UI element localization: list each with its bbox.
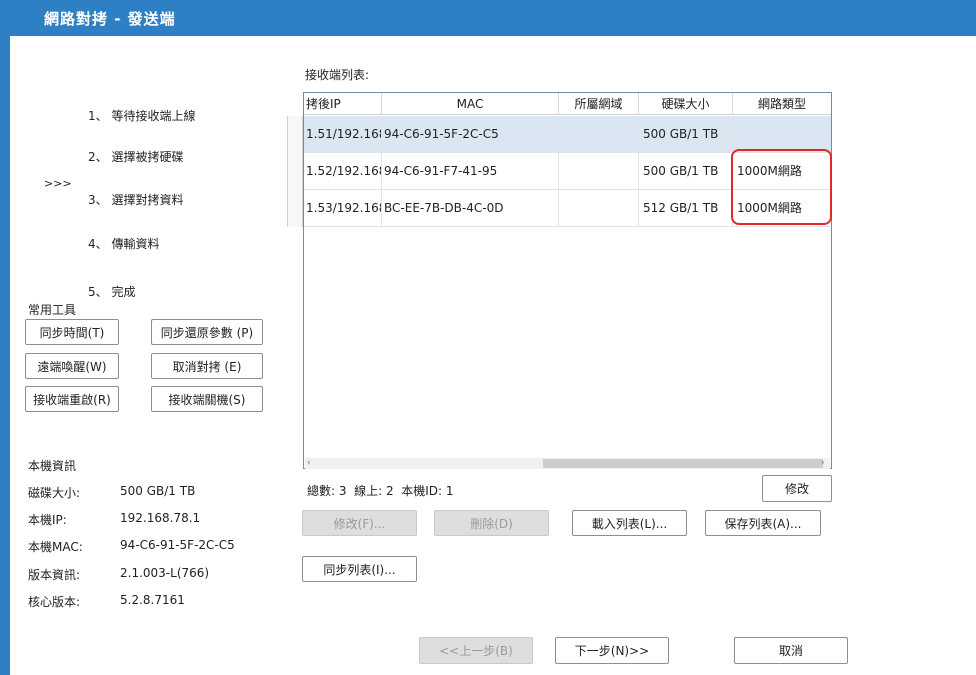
- receiver-shutdown-button[interactable]: 接收端關機(S): [151, 386, 263, 412]
- scrollbar-thumb[interactable]: [543, 459, 823, 468]
- sync-time-button[interactable]: 同步時間(T): [25, 319, 119, 345]
- local-mac-label: 本機MAC:: [28, 540, 83, 554]
- version-value: 2.1.003-L(766): [120, 566, 210, 580]
- previous-step-button[interactable]: <<上一步(B): [419, 637, 533, 664]
- row-handle[interactable]: [287, 190, 303, 227]
- disk-size-cell: 512 GB/1 TB: [639, 190, 733, 227]
- step-select-disk: 2、 選擇被拷硬碟: [88, 150, 184, 164]
- window-title: 網路對拷 - 發送端: [44, 10, 176, 28]
- column-header-disk-size[interactable]: 硬碟大小: [639, 93, 733, 115]
- row-handle[interactable]: [287, 153, 303, 190]
- step-transfer-data: 4、 傳輸資料: [88, 237, 160, 251]
- current-step-marker: >>>: [44, 177, 72, 190]
- row-handle[interactable]: [287, 116, 303, 153]
- save-list-button[interactable]: 保存列表(A)...: [705, 510, 821, 536]
- version-label: 版本資訊:: [28, 568, 81, 582]
- domain-cell: [559, 153, 639, 190]
- scroll-right-icon[interactable]: ›: [821, 458, 825, 468]
- receiver-list-title: 接收端列表:: [305, 68, 370, 82]
- column-header-mac[interactable]: MAC: [382, 93, 559, 115]
- step-select-data: 3、 選擇對拷資料: [88, 193, 184, 207]
- window-left-border: [0, 36, 10, 675]
- next-step-button[interactable]: 下一步(N)>>: [555, 637, 669, 664]
- domain-cell: [559, 190, 639, 227]
- network-type-cell: [733, 116, 831, 153]
- disk-size-value: 500 GB/1 TB: [120, 484, 196, 498]
- local-mac-value: 94-C6-91-5F-2C-C5: [120, 538, 235, 552]
- table-row[interactable]: 1.51/192.168 94-C6-91-5F-2C-C5 500 GB/1 …: [304, 116, 831, 153]
- local-ip-label: 本機IP:: [28, 513, 67, 527]
- mac-cell: BC-EE-7B-DB-4C-0D: [382, 190, 559, 227]
- column-header-domain[interactable]: 所屬網域: [559, 93, 639, 115]
- remote-wake-button[interactable]: 遠端喚醒(W): [25, 353, 119, 379]
- disk-size-label: 磁碟大小:: [28, 486, 81, 500]
- step-wait-receiver: 1、 等待接收端上線: [88, 109, 196, 123]
- column-header-ip[interactable]: 拷後IP: [304, 93, 382, 115]
- list-summary: 總數: 3 線上: 2 本機ID: 1: [307, 484, 454, 498]
- disk-size-cell: 500 GB/1 TB: [639, 116, 733, 153]
- column-header-network-type[interactable]: 網路類型: [733, 93, 831, 115]
- ip-cell: 1.51/192.168: [304, 116, 382, 153]
- load-list-button[interactable]: 載入列表(L)...: [572, 510, 687, 536]
- mac-cell: 94-C6-91-5F-2C-C5: [382, 116, 559, 153]
- mac-cell: 94-C6-91-F7-41-95: [382, 153, 559, 190]
- cancel-button[interactable]: 取消: [734, 637, 848, 664]
- receiver-restart-button[interactable]: 接收端重啟(R): [25, 386, 119, 412]
- step-complete: 5、 完成: [88, 285, 136, 299]
- ip-cell: 1.53/192.168: [304, 190, 382, 227]
- core-version-label: 核心版本:: [28, 595, 81, 609]
- scroll-left-icon[interactable]: ‹: [307, 458, 311, 468]
- tools-title: 常用工具: [28, 303, 77, 317]
- sync-restore-params-button[interactable]: 同步還原參數 (P): [151, 319, 263, 345]
- core-version-value: 5.2.8.7161: [120, 593, 185, 607]
- domain-cell: [559, 116, 639, 153]
- cancel-copy-button[interactable]: 取消對拷 (E): [151, 353, 263, 379]
- local-ip-value: 192.168.78.1: [120, 511, 201, 525]
- delete-button[interactable]: 刪除(D): [434, 510, 549, 536]
- modify-button[interactable]: 修改: [762, 475, 832, 502]
- modify-f-button[interactable]: 修改(F)...: [302, 510, 417, 536]
- ip-cell: 1.52/192.168: [304, 153, 382, 190]
- sync-list-button[interactable]: 同步列表(I)...: [302, 556, 417, 582]
- network-type-highlight: [731, 149, 832, 225]
- disk-size-cell: 500 GB/1 TB: [639, 153, 733, 190]
- local-info-title: 本機資訊: [28, 459, 77, 473]
